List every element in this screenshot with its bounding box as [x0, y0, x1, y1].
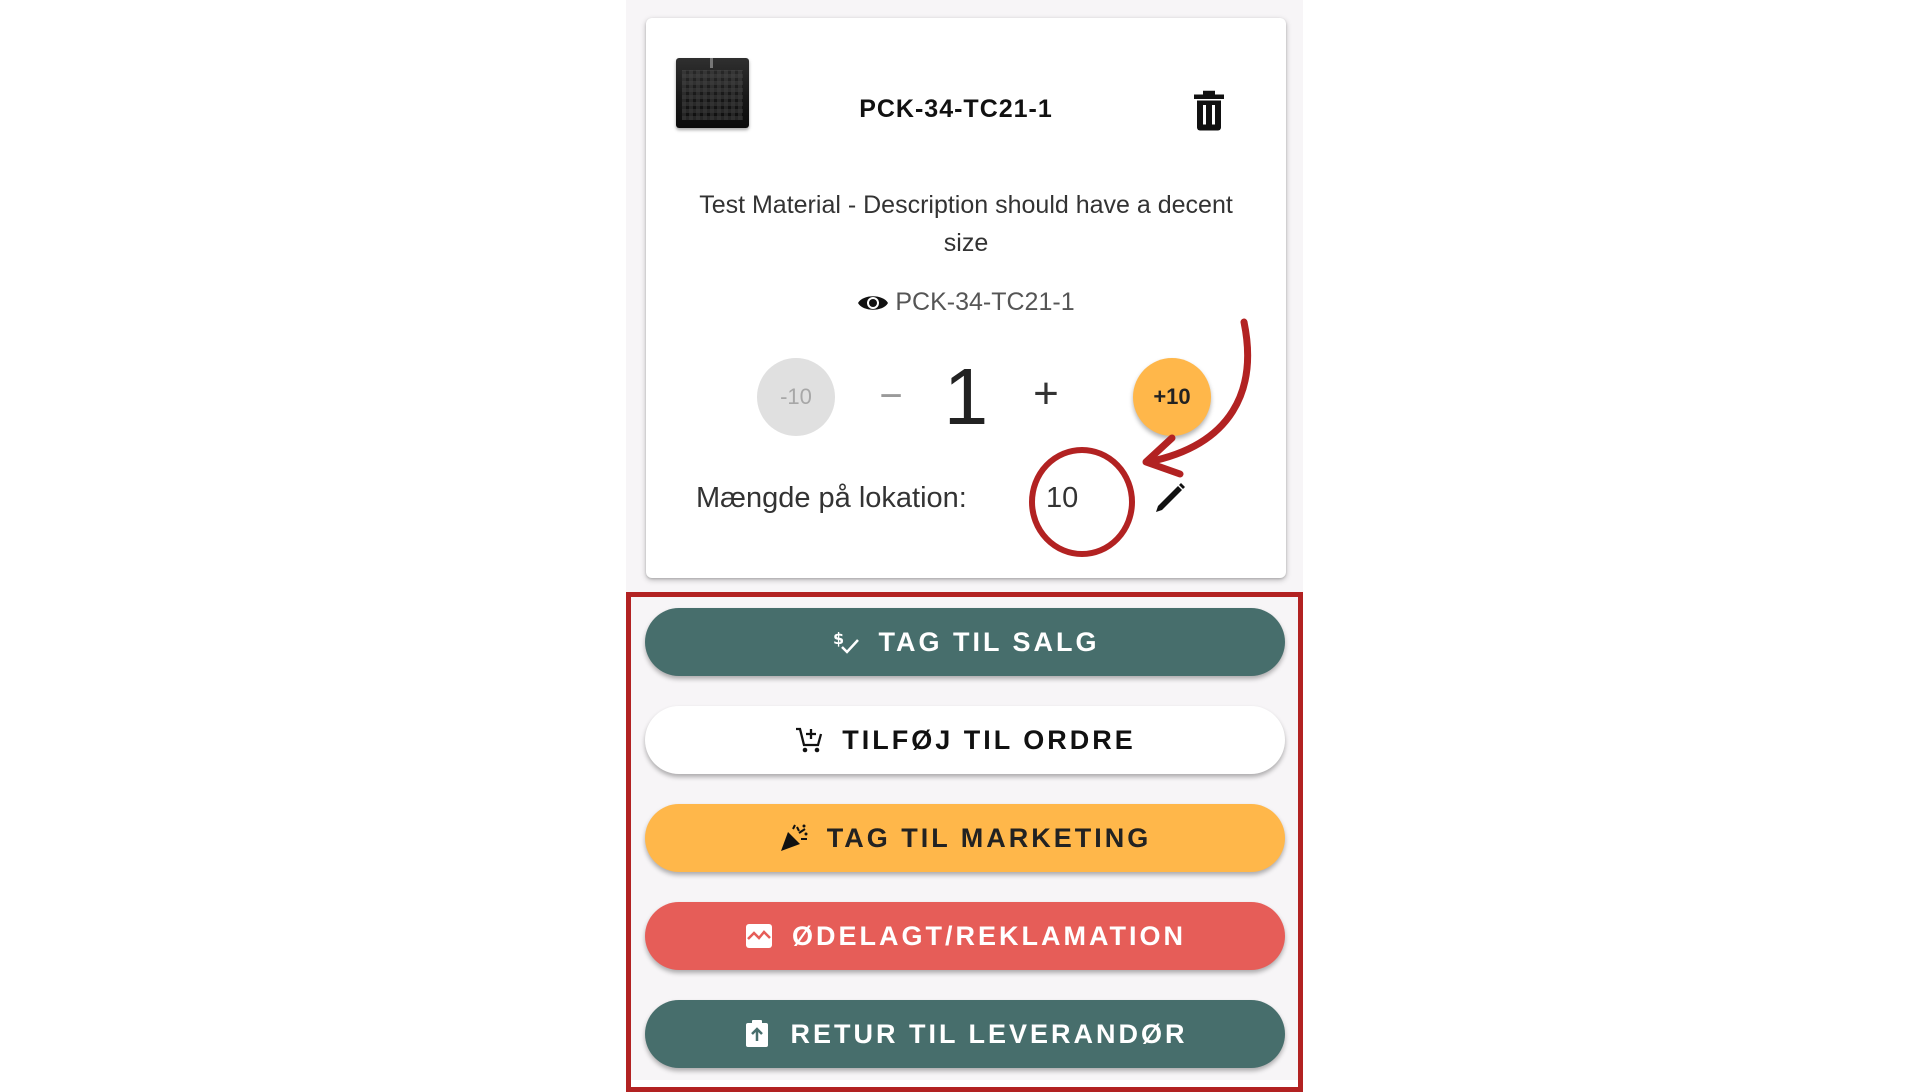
- svg-text:$: $: [833, 629, 847, 648]
- retur-til-leverandor-label: RETUR TIL LEVERANDØR: [790, 1018, 1188, 1049]
- tilfoj-til-ordre-label: TILFØJ TIL ORDRE: [842, 724, 1136, 755]
- party-popper-icon: [779, 823, 809, 853]
- tilfoj-til-ordre-button[interactable]: TILFØJ TIL ORDRE: [645, 706, 1285, 774]
- tag-til-marketing-label: TAG TIL MARKETING: [826, 822, 1152, 853]
- delete-button[interactable]: [1191, 90, 1227, 132]
- tag-til-salg-label: TAG TIL SALG: [878, 626, 1100, 657]
- eye-icon[interactable]: [857, 292, 889, 321]
- trash-icon: [1194, 90, 1224, 131]
- product-thumbnail: [676, 58, 749, 128]
- odelagt-reklamation-label: ØDELAGT/REKLAMATION: [792, 920, 1186, 951]
- odelagt-reklamation-button[interactable]: ØDELAGT/REKLAMATION: [645, 902, 1285, 970]
- tag-til-salg-button[interactable]: $ TAG TIL SALG: [645, 608, 1285, 676]
- plus-ten-button[interactable]: +10: [1133, 358, 1211, 436]
- sku-text: PCK-34-TC21-1: [895, 288, 1075, 316]
- increment-button[interactable]: +: [1026, 372, 1066, 416]
- broken-image-icon: [744, 921, 774, 951]
- product-description: Test Material - Description should have …: [699, 191, 1233, 257]
- location-value: 10: [1046, 482, 1079, 514]
- currency-check-icon: $: [831, 627, 861, 657]
- quantity-value: 1: [943, 352, 989, 441]
- quantity-stepper: -10 − 1 + +10: [646, 352, 1286, 441]
- edit-location-button[interactable]: [1150, 478, 1190, 523]
- tag-til-marketing-button[interactable]: TAG TIL MARKETING: [645, 804, 1285, 872]
- cart-plus-icon: [794, 725, 824, 755]
- pencil-icon: [1156, 483, 1185, 512]
- decrement-button[interactable]: −: [871, 376, 911, 416]
- minus-ten-button[interactable]: -10: [757, 358, 835, 436]
- location-label: Mængde på lokation:: [696, 482, 967, 514]
- retur-til-leverandor-button[interactable]: RETUR TIL LEVERANDØR: [645, 1000, 1285, 1068]
- sku-row: PCK-34-TC21-1: [646, 288, 1286, 321]
- product-title: PCK-34-TC21-1: [859, 95, 1053, 123]
- clipboard-arrow-icon: [742, 1019, 772, 1049]
